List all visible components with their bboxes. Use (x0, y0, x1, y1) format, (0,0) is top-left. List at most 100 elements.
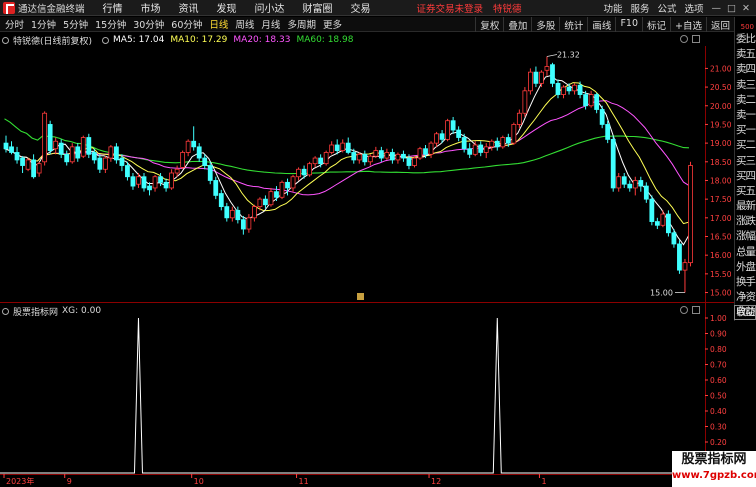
side-item[interactable]: 卖五 (735, 47, 756, 62)
ind-tick-label: 0.40 (710, 407, 727, 416)
candle-body (80, 137, 86, 157)
candle (478, 141, 484, 157)
candle-body (671, 232, 677, 245)
side-item[interactable]: 卖一 (735, 108, 756, 123)
side-item[interactable]: 净资 (735, 290, 756, 305)
indicator-settings-icon[interactable] (2, 307, 9, 315)
candle-body (572, 84, 577, 92)
side-item[interactable]: 外盘 (735, 260, 756, 275)
candle-body (638, 180, 644, 187)
ind-tick-label: 0.90 (710, 330, 727, 339)
candle (114, 143, 119, 164)
side-top-number: 500 (740, 23, 754, 31)
candle-body (235, 209, 241, 221)
candle (130, 173, 136, 190)
candle-body (240, 219, 246, 230)
time-tick-label: 11 (299, 477, 309, 486)
side-item[interactable]: 买四 (735, 169, 756, 184)
candle-body (439, 133, 445, 140)
candle (224, 202, 230, 222)
candle-body (378, 150, 384, 159)
candle (20, 156, 25, 173)
candle-body (654, 221, 660, 226)
candle-body (196, 146, 202, 159)
candle-body (64, 153, 70, 163)
candle-body (594, 94, 600, 110)
candle-body (147, 185, 152, 191)
candle (323, 150, 329, 166)
candle-body (445, 120, 451, 140)
candle (202, 154, 208, 170)
candle (605, 120, 611, 144)
candle (654, 217, 660, 230)
candle (191, 126, 197, 151)
time-tick-label: 10 (194, 477, 204, 486)
indicator-gear-icon[interactable] (680, 306, 688, 314)
candle-body (130, 176, 136, 187)
candle-body (577, 84, 583, 95)
side-item[interactable]: 买三 (735, 154, 756, 169)
side-item[interactable]: 卖三 (735, 78, 756, 93)
candle-body (180, 152, 186, 168)
candle-body (489, 140, 495, 148)
candle (80, 135, 86, 159)
candle (533, 66, 539, 88)
candle-body (550, 64, 555, 84)
candle-body (36, 163, 42, 174)
side-item[interactable]: 买一 (735, 123, 756, 138)
candle-body (318, 157, 324, 165)
candle-body (224, 206, 230, 219)
candle (572, 83, 577, 95)
candle (384, 148, 390, 160)
candle (356, 152, 362, 164)
candle (102, 156, 108, 173)
side-item[interactable]: 卖二 (735, 93, 756, 108)
candle-body (384, 152, 390, 159)
candle-body (401, 153, 406, 159)
candle (218, 189, 224, 211)
candle (378, 146, 384, 162)
auto-button[interactable]: 自动 (734, 305, 756, 320)
candle (621, 173, 627, 188)
candle (616, 173, 622, 192)
price-tick-label: 20.50 (710, 83, 732, 92)
price-tick-label: 19.50 (710, 120, 732, 129)
candle (268, 187, 274, 207)
candle (649, 195, 655, 226)
candle-body (522, 90, 528, 114)
candle (555, 79, 561, 99)
price-tick-label: 17.50 (710, 195, 732, 204)
price-tick-label: 17.00 (710, 214, 732, 223)
candle-body (533, 71, 539, 84)
candle-body (169, 172, 175, 189)
price-tick-label: 21.00 (710, 64, 732, 73)
candle (147, 182, 152, 196)
side-item[interactable]: 买五 (735, 184, 756, 199)
candle-body (185, 140, 191, 153)
candle (511, 122, 517, 145)
candle-body (428, 142, 434, 155)
high-marker-line (546, 54, 558, 57)
candle (561, 85, 566, 99)
candle-body (114, 146, 119, 161)
candle (417, 146, 423, 160)
side-item[interactable]: 买二 (735, 138, 756, 153)
candle (544, 56, 550, 76)
candle-body (31, 159, 37, 178)
candle (340, 139, 346, 153)
candle-body (561, 86, 566, 95)
candle (367, 154, 373, 166)
candle (362, 150, 368, 166)
candle-body (329, 144, 335, 153)
side-item[interactable]: 涨跌 (735, 214, 756, 229)
candle-body (643, 185, 649, 200)
candle-body (312, 157, 318, 165)
kline-chart[interactable]: 21.00 20.50 20.00 19.50 19.00 18.50 18.00 17.50… (0, 0, 756, 487)
side-item[interactable]: 换手 (735, 275, 756, 290)
indicator-expand-icon[interactable] (692, 306, 700, 314)
side-item[interactable]: 总量 (735, 245, 756, 260)
side-item[interactable]: 最新 (735, 199, 756, 214)
side-item[interactable]: 委比 (735, 32, 756, 47)
side-item[interactable]: 涨幅 (735, 229, 756, 244)
side-item[interactable]: 卖四 (735, 62, 756, 77)
